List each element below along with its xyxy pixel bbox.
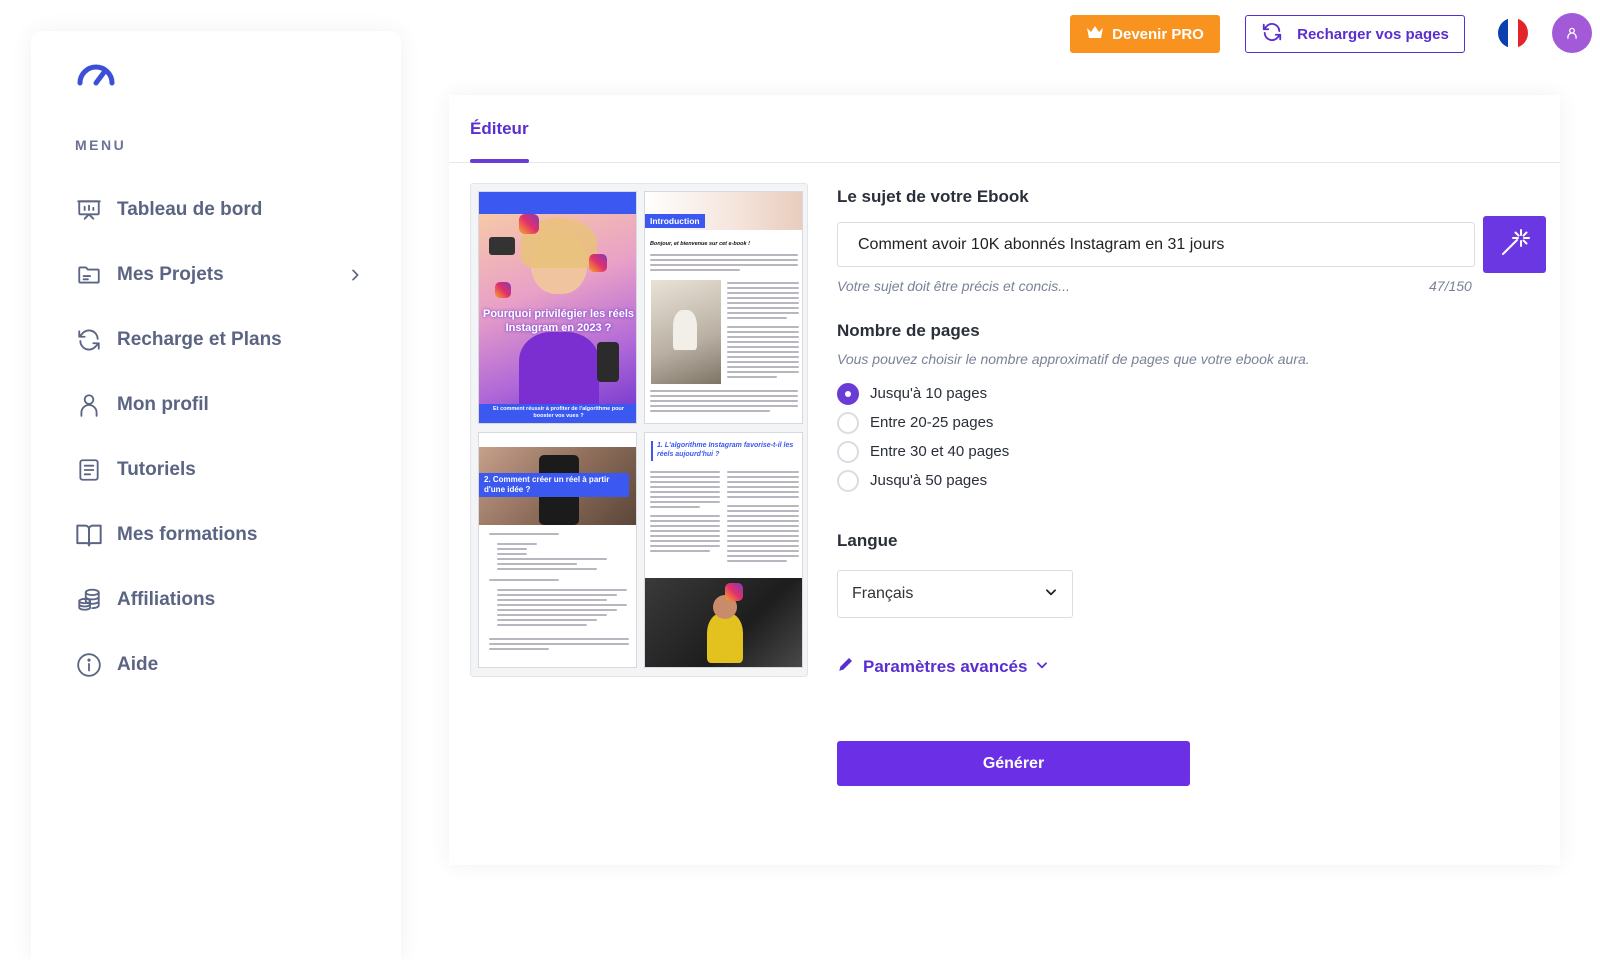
reload-pages-label: Recharger vos pages xyxy=(1297,25,1449,43)
language-label: Langue xyxy=(837,531,898,550)
sidebar-item-profile[interactable]: Mon profil xyxy=(73,372,363,437)
radio-label: Jusqu'à 10 pages xyxy=(870,385,988,402)
preview-page-cover: Pourquoi privilégier les réels Instagram… xyxy=(478,191,637,424)
preview-page-create-reel: 2. Comment créer un réel à partir d'une … xyxy=(478,432,637,668)
pages-option[interactable]: Entre 20-25 pages xyxy=(837,408,1009,437)
pages-option[interactable]: Jusqu'à 50 pages xyxy=(837,466,1009,495)
refresh-icon xyxy=(1261,21,1283,47)
pages-option[interactable]: Jusqu'à 10 pages xyxy=(837,379,1009,408)
subject-hint: Votre sujet doit être précis et concis..… xyxy=(837,278,1070,294)
pencil-icon xyxy=(837,655,855,678)
preview-page-introduction: Introduction Bonjour, et bienvenue sur c… xyxy=(644,191,803,424)
magic-wand-icon xyxy=(1499,226,1531,263)
chevron-down-icon xyxy=(1035,657,1049,677)
pages-label: Nombre de pages xyxy=(837,321,980,340)
chevron-right-icon[interactable] xyxy=(347,267,363,283)
pages-hint: Vous pouvez choisir le nombre approximat… xyxy=(837,351,1310,367)
radio-label: Jusqu'à 50 pages xyxy=(870,472,988,489)
radio-label: Entre 20-25 pages xyxy=(870,414,994,431)
preview-page4-heading: 1. L'algorithme Instagram favorise-t-il … xyxy=(657,442,794,458)
sidebar-item-label: Affiliations xyxy=(117,588,216,610)
dashboard-icon xyxy=(73,194,105,226)
preview-page3-banner: 2. Comment créer un réel à partir d'une … xyxy=(479,473,629,497)
language-select[interactable]: Français xyxy=(837,570,1073,618)
sidebar-item-label: Mes Projets xyxy=(117,263,224,285)
fr-flag-icon[interactable] xyxy=(1498,18,1528,48)
sidebar-item-label: Recharge et Plans xyxy=(117,328,282,350)
sidebar: MENU Tableau de bord Mes Projets Recharg… xyxy=(31,31,401,960)
radio-button[interactable] xyxy=(837,411,859,434)
book-icon xyxy=(73,519,105,551)
sidebar-item-affiliations[interactable]: Affiliations xyxy=(73,567,363,632)
radio-button[interactable] xyxy=(837,440,859,463)
app-logo-icon[interactable] xyxy=(75,55,117,91)
sidebar-item-label: Mon profil xyxy=(117,393,209,415)
user-icon xyxy=(73,389,105,421)
sidebar-item-formations[interactable]: Mes formations xyxy=(73,502,363,567)
preview-page2-banner: Introduction xyxy=(645,214,705,228)
advanced-settings-label: Paramètres avancés xyxy=(863,656,1028,676)
reload-pages-button[interactable]: Recharger vos pages xyxy=(1245,15,1465,53)
become-pro-button[interactable]: Devenir PRO xyxy=(1070,15,1220,53)
subject-input[interactable] xyxy=(837,222,1475,267)
generate-button[interactable]: Générer xyxy=(837,741,1190,786)
sidebar-item-tutorials[interactable]: Tutoriels xyxy=(73,437,363,502)
radio-button-selected[interactable] xyxy=(837,382,859,405)
coins-icon xyxy=(73,584,105,616)
preview-cover-title: Pourquoi privilégier les réels Instagram… xyxy=(483,308,634,334)
sidebar-item-label: Mes formations xyxy=(117,523,258,545)
menu-heading: MENU xyxy=(75,137,127,153)
user-avatar-icon[interactable] xyxy=(1552,13,1592,53)
editor-card: Éditeur Pourquoi privilégier les réels I… xyxy=(449,95,1560,865)
sidebar-nav: Tableau de bord Mes Projets Recharge et … xyxy=(73,177,363,697)
sidebar-item-projects[interactable]: Mes Projets xyxy=(73,242,363,307)
sidebar-item-help[interactable]: Aide xyxy=(73,632,363,697)
sidebar-item-label: Aide xyxy=(117,653,159,675)
sidebar-item-recharge[interactable]: Recharge et Plans xyxy=(73,307,363,372)
subject-label: Le sujet de votre Ebook xyxy=(837,187,1029,206)
chevron-down-icon xyxy=(1044,585,1058,604)
radio-button[interactable] xyxy=(837,469,859,492)
preview-page2-heading: Bonjour, et bienvenue sur cet e-book ! xyxy=(650,241,750,247)
language-selected-value: Français xyxy=(852,585,914,602)
sidebar-item-label: Tableau de bord xyxy=(117,198,263,220)
pages-option[interactable]: Entre 30 et 40 pages xyxy=(837,437,1009,466)
tab-bar: Éditeur xyxy=(449,95,1560,163)
crown-icon xyxy=(1086,25,1104,43)
advanced-settings-toggle[interactable]: Paramètres avancés xyxy=(837,655,1049,678)
radio-label: Entre 30 et 40 pages xyxy=(870,443,1010,460)
preview-page-algorithm: 1. L'algorithme Instagram favorise-t-il … xyxy=(644,432,803,668)
become-pro-label: Devenir PRO xyxy=(1112,25,1204,43)
sidebar-item-label: Tutoriels xyxy=(117,458,196,480)
subject-char-counter: 47/150 xyxy=(1429,278,1472,294)
tab-active-indicator xyxy=(470,159,529,163)
tab-editor[interactable]: Éditeur xyxy=(470,95,529,163)
document-icon xyxy=(73,454,105,486)
ebook-preview: Pourquoi privilégier les réels Instagram… xyxy=(470,183,808,677)
sidebar-item-dashboard[interactable]: Tableau de bord xyxy=(73,177,363,242)
refresh-icon xyxy=(73,324,105,356)
info-icon xyxy=(73,649,105,681)
preview-cover-subtitle: Et comment réussir à profiter de l'algor… xyxy=(493,406,624,419)
pages-radio-group: Jusqu'à 10 pages Entre 20-25 pages Entre… xyxy=(837,379,1009,495)
magic-wand-button[interactable] xyxy=(1483,216,1546,273)
folder-icon xyxy=(73,259,105,291)
